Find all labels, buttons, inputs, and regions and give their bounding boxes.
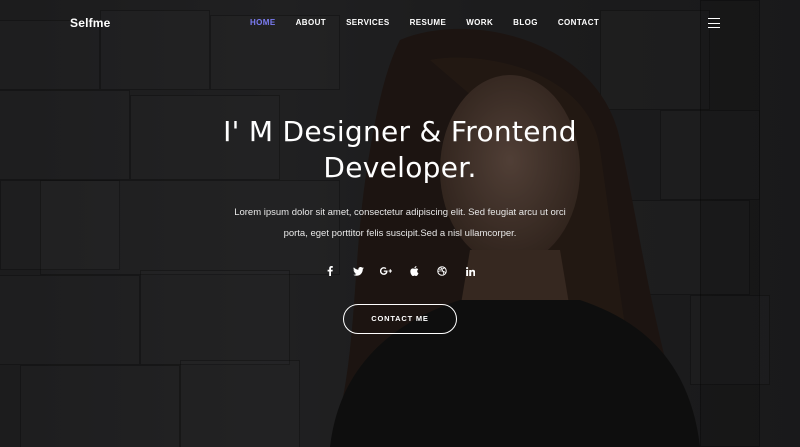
dribbble-icon[interactable] (435, 264, 449, 278)
nav-item-resume[interactable]: RESUME (410, 18, 447, 27)
twitter-icon[interactable] (351, 264, 365, 278)
hero-content: I' M Designer & Frontend Developer. Lore… (0, 114, 800, 334)
hero-description: Lorem ipsum dolor sit amet, consectetur … (210, 202, 590, 244)
linkedin-icon[interactable] (463, 264, 477, 278)
nav-item-home[interactable]: HOME (250, 18, 276, 27)
hero-description-line2: porta, eget porttitor felis suscipit.Sed… (283, 228, 517, 239)
google-plus-icon[interactable] (379, 264, 393, 278)
contact-me-button[interactable]: CONTACT ME (343, 304, 457, 334)
nav-item-services[interactable]: SERVICES (346, 18, 390, 27)
apple-icon[interactable] (407, 264, 421, 278)
hero-description-line1: Lorem ipsum dolor sit amet, consectetur … (234, 207, 566, 218)
social-links (0, 264, 800, 278)
hamburger-icon[interactable] (708, 18, 720, 28)
hero-section: Selfme HOME ABOUT SERVICES RESUME WORK B… (0, 0, 800, 447)
main-nav: HOME ABOUT SERVICES RESUME WORK BLOG CON… (250, 18, 619, 27)
facebook-icon[interactable] (323, 264, 337, 278)
brand-logo[interactable]: Selfme (70, 16, 111, 30)
hero-title-line1: I' M Designer & Frontend (223, 115, 577, 148)
nav-item-about[interactable]: ABOUT (296, 18, 326, 27)
nav-item-blog[interactable]: BLOG (513, 18, 538, 27)
nav-item-work[interactable]: WORK (466, 18, 493, 27)
hero-title: I' M Designer & Frontend Developer. (0, 114, 800, 186)
nav-item-contact[interactable]: CONTACT (558, 18, 599, 27)
hero-title-line2: Developer. (323, 151, 477, 184)
